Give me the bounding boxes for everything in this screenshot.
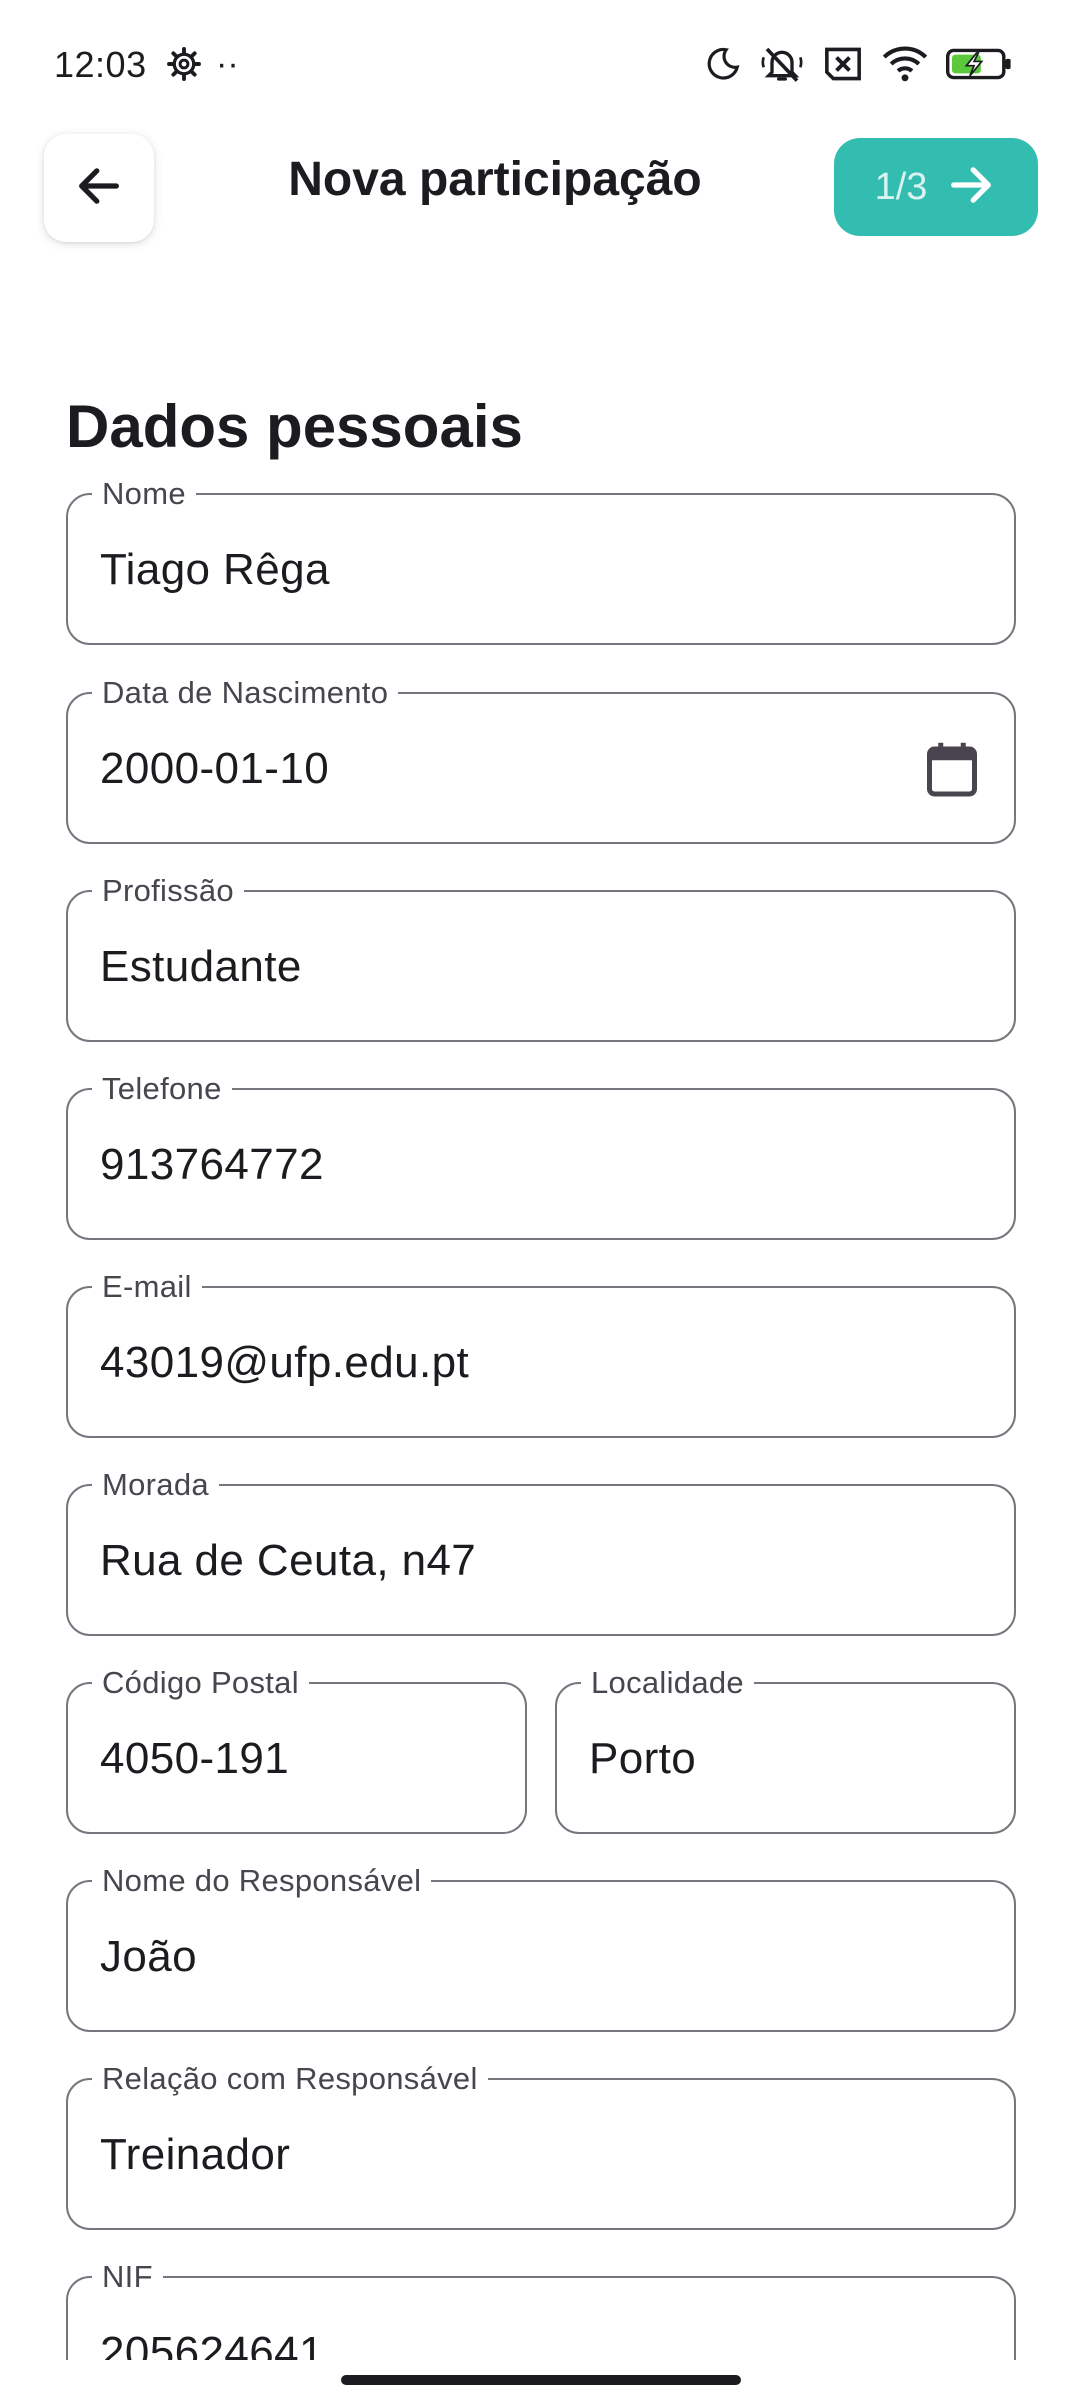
nome-responsavel-input[interactable]: João <box>100 1930 982 1984</box>
profissao-input[interactable]: Estudante <box>100 940 982 994</box>
profissao-label: Profissão <box>92 874 244 908</box>
morada-label: Morada <box>92 1468 219 1502</box>
relacao-responsavel-input[interactable]: Treinador <box>100 2128 982 2182</box>
codigo-postal-input[interactable]: 4050-191 <box>100 1732 493 1786</box>
telefone-input[interactable]: 913764772 <box>100 1138 982 1192</box>
email-field[interactable]: E-mail 43019@ufp.edu.pt <box>66 1270 1016 1438</box>
codigo-postal-field[interactable]: Código Postal 4050-191 <box>66 1666 527 1834</box>
email-label: E-mail <box>92 1270 202 1304</box>
nome-label: Nome <box>92 477 196 511</box>
data-nascimento-field[interactable]: Data de Nascimento 2000-01-10 <box>66 676 1016 844</box>
nome-input[interactable]: Tiago Rêga <box>100 543 982 597</box>
nome-responsavel-field[interactable]: Nome do Responsável João <box>66 1864 1016 2032</box>
profissao-field[interactable]: Profissão Estudante <box>66 874 1016 1042</box>
localidade-field[interactable]: Localidade Porto <box>555 1666 1016 1834</box>
section-title: Dados pessoais <box>66 393 523 460</box>
localidade-input[interactable]: Porto <box>589 1732 982 1786</box>
relacao-responsavel-field[interactable]: Relação com Responsável Treinador <box>66 2062 1016 2230</box>
nif-label: NIF <box>92 2260 163 2294</box>
codigo-postal-label: Código Postal <box>92 1666 309 1700</box>
localidade-label: Localidade <box>581 1666 754 1700</box>
email-input[interactable]: 43019@ufp.edu.pt <box>100 1336 982 1390</box>
nif-field[interactable]: NIF 205624641 <box>66 2260 1016 2360</box>
form-scroll-area[interactable]: Dados pessoais Nome Tiago Rêga Data de N… <box>0 0 1080 2360</box>
nif-input[interactable]: 205624641 <box>100 2326 982 2360</box>
data-nascimento-input[interactable]: 2000-01-10 <box>100 742 982 796</box>
morada-input[interactable]: Rua de Ceuta, n47 <box>100 1534 982 1588</box>
relacao-responsavel-label: Relação com Responsável <box>92 2062 488 2096</box>
nome-responsavel-label: Nome do Responsável <box>92 1864 432 1898</box>
home-indicator[interactable] <box>341 2375 741 2385</box>
nome-field[interactable]: Nome Tiago Rêga <box>66 477 1016 645</box>
data-nascimento-label: Data de Nascimento <box>92 676 399 710</box>
telefone-label: Telefone <box>92 1072 232 1106</box>
morada-field[interactable]: Morada Rua de Ceuta, n47 <box>66 1468 1016 1636</box>
calendar-icon[interactable] <box>922 738 982 805</box>
telefone-field[interactable]: Telefone 913764772 <box>66 1072 1016 1240</box>
